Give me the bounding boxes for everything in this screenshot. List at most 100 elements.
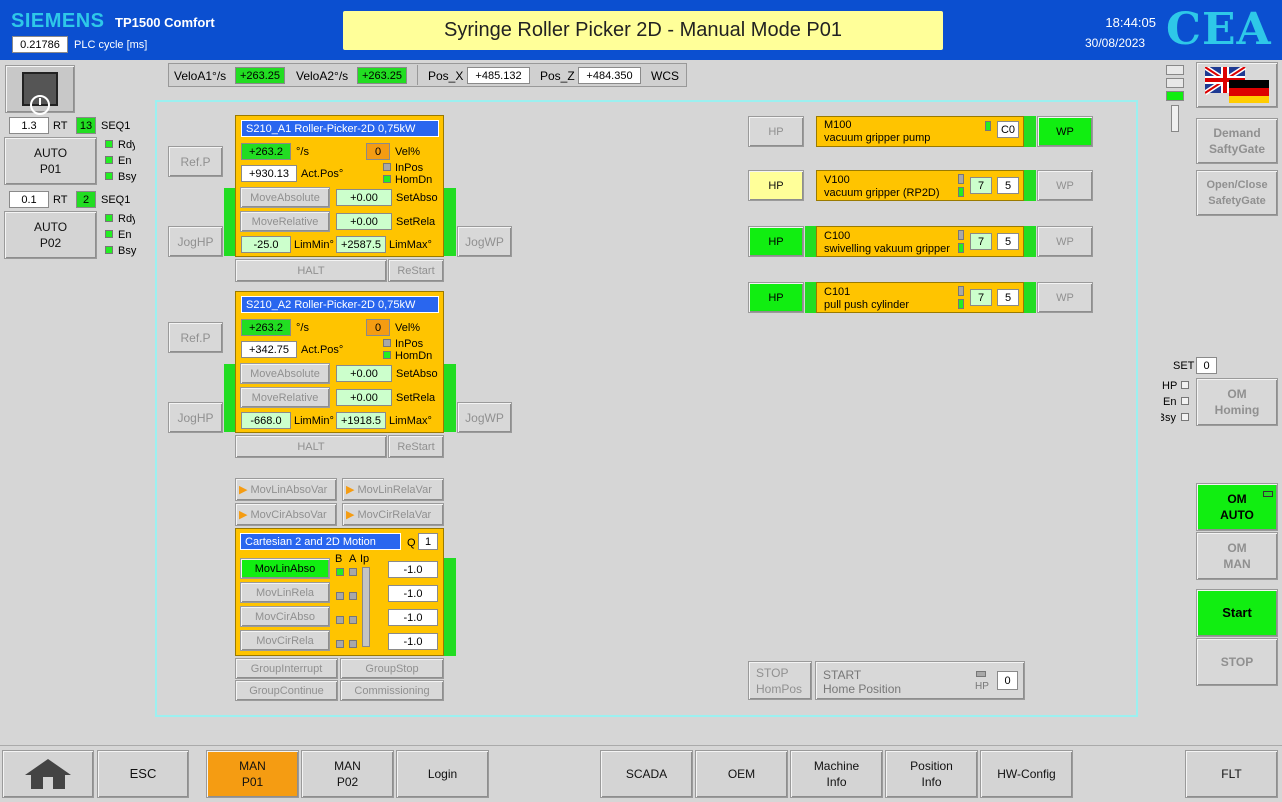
m100-wp-button[interactable]: WP — [1037, 116, 1093, 147]
power-button[interactable] — [5, 65, 75, 115]
cartesian-q-value: 1 — [418, 533, 438, 550]
mov-lin-rela-button[interactable]: MovLinRela — [240, 582, 330, 603]
axis2-lim-max[interactable]: +1918.5 — [336, 412, 386, 429]
v100-wp-button[interactable]: WP — [1037, 170, 1093, 201]
axis1-velocity: +263.2 — [241, 143, 291, 160]
mov-cir-abso-var-button[interactable]: ▶ MovCirAbsoVar — [235, 503, 337, 526]
mov-lin-abso-button[interactable]: MovLinAbso — [240, 558, 330, 579]
clock-time: 18:44:05 — [1105, 15, 1156, 30]
home-button[interactable] — [2, 750, 94, 798]
c100-right-indicator — [1024, 226, 1036, 257]
mov-cir-rela-value[interactable]: -1.0 — [388, 633, 438, 650]
mov-lin-abso-value[interactable]: -1.0 — [388, 561, 438, 578]
machine-info-button[interactable]: Machine Info — [790, 750, 883, 798]
axis1-set-rel[interactable]: +0.00 — [336, 213, 392, 230]
c100-n1: 7 — [970, 233, 992, 250]
c100-hp-button[interactable]: HP — [748, 226, 804, 257]
seq1-en-label: En — [118, 155, 132, 167]
om-hp-label: HP — [1162, 380, 1178, 392]
axis1-halt-button[interactable]: HALT — [235, 259, 387, 282]
group-continue-button[interactable]: GroupContinue — [235, 680, 338, 701]
seq1-en-led — [105, 156, 113, 164]
auto-p02-button[interactable]: AUTO P02 — [4, 211, 97, 259]
om-man-button[interactable]: OM MAN — [1196, 532, 1278, 580]
v100-hp-button[interactable]: HP — [748, 170, 804, 201]
hw-config-button[interactable]: HW-Config — [980, 750, 1073, 798]
axis1-inpos-led — [383, 163, 391, 171]
axis2-set-abs[interactable]: +0.00 — [336, 365, 392, 382]
flt-button[interactable]: FLT — [1185, 750, 1278, 798]
cea-logo: CEA — [1166, 4, 1272, 55]
axis2-set-rel[interactable]: +0.00 — [336, 389, 392, 406]
axis1-move-relative-button[interactable]: MoveRelative — [240, 211, 330, 232]
axis1-right-indicator — [444, 188, 456, 256]
seq2-bsy-led — [105, 246, 113, 254]
man-p02-button[interactable]: MAN P02 — [301, 750, 394, 798]
axis2-lim-min[interactable]: -668.0 — [241, 412, 291, 429]
demand-safety-gate-button[interactable]: Demand SaftyGate — [1196, 118, 1278, 164]
om-auto-led — [1263, 491, 1273, 497]
m100-count: C0 — [997, 121, 1019, 138]
group-interrupt-button[interactable]: GroupInterrupt — [235, 658, 338, 679]
axis1-act-pos-label: Act.Pos° — [301, 168, 344, 180]
auto-p01-button[interactable]: AUTO P01 — [4, 137, 97, 185]
mov-lin-rela-var-label: MovLinRelaVar — [357, 483, 432, 496]
esc-button[interactable]: ESC — [97, 750, 189, 798]
axis2-jog-wp-button[interactable]: JogWP — [457, 402, 512, 433]
set-label: SET — [1173, 360, 1195, 372]
oem-button[interactable]: OEM — [695, 750, 788, 798]
axis2-move-relative-button[interactable]: MoveRelative — [240, 387, 330, 408]
mov-cir-rela-var-button[interactable]: ▶ MovCirRelaVar — [342, 503, 444, 526]
velo-a1-value: +263.25 — [235, 67, 285, 84]
group-stop-button[interactable]: GroupStop — [340, 658, 444, 679]
c101-right-indicator — [1024, 282, 1036, 313]
c101-led-2 — [958, 299, 964, 309]
axis1-lim-min[interactable]: -25.0 — [241, 236, 291, 253]
axis1-set-abs[interactable]: +0.00 — [336, 189, 392, 206]
om-homing-button[interactable]: OM Homing — [1196, 378, 1278, 426]
axis2-vel-unit: °/s — [296, 322, 309, 334]
mov-lin-rela-value[interactable]: -1.0 — [388, 585, 438, 602]
stop-hompos-button[interactable]: STOP HomPos — [748, 661, 812, 700]
status-led-1 — [1166, 65, 1184, 75]
axis1-jog-hp-button[interactable]: JogHP — [168, 226, 223, 257]
seq2-rt-label: RT — [53, 194, 68, 206]
commissioning-button[interactable]: Commissioning — [340, 680, 444, 701]
mov-cir-abso-button[interactable]: MovCirAbso — [240, 606, 330, 627]
open-close-safety-gate-button[interactable]: Open/Close SafetyGate — [1196, 170, 1278, 216]
language-flag-button[interactable] — [1196, 62, 1278, 108]
stop-button[interactable]: STOP — [1196, 638, 1278, 686]
mov-lin-abso-var-button[interactable]: ▶ MovLinAbsoVar — [235, 478, 337, 501]
m100-right-indicator — [1024, 116, 1036, 147]
axis1-restart-button[interactable]: ReStart — [388, 259, 444, 282]
login-button[interactable]: Login — [396, 750, 489, 798]
c100-wp-button[interactable]: WP — [1037, 226, 1093, 257]
axis1-move-absolute-button[interactable]: MoveAbsolute — [240, 187, 330, 208]
man-p01-button[interactable]: MAN P01 — [206, 750, 299, 798]
c101-hp-button[interactable]: HP — [748, 282, 804, 313]
axis2-halt-button[interactable]: HALT — [235, 435, 387, 458]
position-info-button[interactable]: Position Info — [885, 750, 978, 798]
axis2-move-absolute-button[interactable]: MoveAbsolute — [240, 363, 330, 384]
axis2-jog-hp-button[interactable]: JogHP — [168, 402, 223, 433]
axis1-ref-button[interactable]: Ref.P — [168, 146, 223, 177]
plc-cycle-label: PLC cycle [ms] — [74, 39, 148, 51]
axis2-restart-button[interactable]: ReStart — [388, 435, 444, 458]
axis2-ref-button[interactable]: Ref.P — [168, 322, 223, 353]
mov-lin-rela-var-button[interactable]: ▶ MovLinRelaVar — [342, 478, 444, 501]
scada-button[interactable]: SCADA — [600, 750, 693, 798]
seq1-label: SEQ1 — [101, 120, 131, 132]
m100-hp-button[interactable]: HP — [748, 116, 804, 147]
axis1-inpos-label: InPos — [395, 162, 424, 174]
mov-lin-abso-a-led — [349, 568, 357, 576]
axis2-right-indicator — [444, 364, 456, 432]
mov-cir-abso-value[interactable]: -1.0 — [388, 609, 438, 626]
axis1-lim-max[interactable]: +2587.5 — [336, 236, 386, 253]
page-title: Syringe Roller Picker 2D - Manual Mode P… — [343, 11, 943, 50]
v100-n2: 5 — [997, 177, 1019, 194]
axis2-act-pos-label: Act.Pos° — [301, 344, 344, 356]
axis1-jog-wp-button[interactable]: JogWP — [457, 226, 512, 257]
c101-wp-button[interactable]: WP — [1037, 282, 1093, 313]
start-button[interactable]: Start — [1196, 589, 1278, 637]
mov-cir-rela-button[interactable]: MovCirRela — [240, 630, 330, 651]
